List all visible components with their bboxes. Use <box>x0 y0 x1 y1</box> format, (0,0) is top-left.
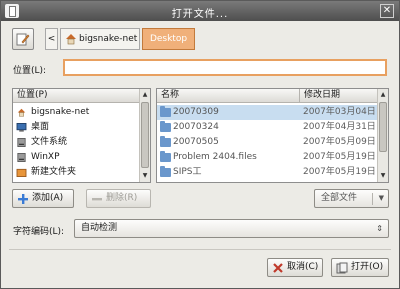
filter-value: 全部文件 <box>321 193 358 203</box>
places-item-filesystem[interactable]: 文件系统 <box>13 135 141 150</box>
updown-arrows-icon: ⇕ <box>376 224 383 233</box>
folder-icon <box>160 136 171 147</box>
file-name: 20070324 <box>173 122 219 132</box>
places-item-label: 文件系统 <box>31 137 68 147</box>
combo-separator <box>372 193 373 205</box>
file-row[interactable]: Problem 2404.files 2007年05月19日 <box>157 150 379 165</box>
places-column-header[interactable]: 位置(P) <box>13 89 141 103</box>
files-list[interactable]: 名称 修改日期 20070309 2007年03月04日 20070324 20… <box>156 88 389 183</box>
add-button-label: 添加(A) <box>32 193 64 203</box>
crumb-home-label: bigsnake-net <box>79 34 138 44</box>
crumb-desktop-label: Desktop <box>149 34 188 44</box>
places-item-label: bigsnake-net <box>31 107 90 117</box>
file-type-filter[interactable]: 全部文件 ▼ <box>314 189 389 208</box>
file-date: 2007年05月19日 <box>303 152 376 162</box>
dialog-separator <box>9 249 391 250</box>
file-name: 20070505 <box>173 137 219 147</box>
file-name: Problem 2404.files <box>173 152 257 162</box>
chevron-down-icon: ▼ <box>378 194 384 202</box>
open-button-label: 打开(O) <box>351 262 384 272</box>
folder-icon <box>160 151 171 162</box>
folder-orange-icon <box>16 168 27 177</box>
places-scroll-thumb[interactable] <box>141 102 149 168</box>
places-item-label: WinXP <box>31 152 60 162</box>
remove-bookmark-button[interactable]: 删除(R) <box>86 189 151 208</box>
scroll-down-arrow-icon[interactable]: ▼ <box>378 171 388 181</box>
location-label: 位置(L): <box>13 66 47 76</box>
encoding-value: 自动检测 <box>81 223 118 233</box>
file-date: 2007年04月31日 <box>303 122 376 132</box>
file-row[interactable]: 20070324 2007年04月31日 <box>157 120 379 135</box>
title-bar[interactable]: 打开文件... ✕ <box>1 1 399 21</box>
home-icon <box>17 108 26 117</box>
file-date: 2007年05月19日 <box>303 167 376 177</box>
name-column-header[interactable]: 名称 <box>157 89 300 103</box>
file-date: 2007年03月04日 <box>303 107 376 117</box>
add-bookmark-button[interactable]: 添加(A) <box>12 189 74 208</box>
plus-icon <box>18 194 28 204</box>
cancel-button-label: 取消(C) <box>287 262 319 272</box>
places-item-label: 桌面 <box>31 122 50 132</box>
scroll-down-arrow-icon[interactable]: ▼ <box>140 171 150 181</box>
places-scrollbar[interactable]: ▲ ▼ <box>139 89 150 182</box>
desktop-icon <box>16 123 27 132</box>
crumb-desktop-button[interactable]: Desktop <box>142 28 195 50</box>
scroll-up-arrow-icon[interactable]: ▲ <box>378 90 388 100</box>
folder-icon <box>160 106 171 117</box>
cancel-button[interactable]: 取消(C) <box>267 258 323 277</box>
remove-button-label: 删除(R) <box>106 193 138 203</box>
places-item-desktop[interactable]: 桌面 <box>13 120 141 135</box>
open-button[interactable]: 打开(O) <box>331 258 389 277</box>
scroll-up-arrow-icon[interactable]: ▲ <box>140 90 150 100</box>
file-date: 2007年05月09日 <box>303 137 376 147</box>
files-scroll-thumb[interactable] <box>379 102 387 152</box>
harddisk-icon <box>17 153 26 162</box>
folder-icon <box>160 166 171 177</box>
pencil-icon <box>16 33 30 46</box>
encoding-select[interactable]: 自动检测 ⇕ <box>74 219 389 238</box>
location-input[interactable] <box>63 59 387 76</box>
file-open-dialog: 打开文件... ✕ < bigsnake-net Desktop 位置(L): … <box>0 0 400 289</box>
file-row[interactable]: 20070505 2007年05月09日 <box>157 135 379 150</box>
cancel-icon <box>273 263 283 273</box>
file-name: SIPS工 <box>173 167 202 177</box>
date-column-header[interactable]: 修改日期 <box>300 89 379 103</box>
places-item-home[interactable]: bigsnake-net <box>13 105 141 120</box>
file-name: 20070309 <box>173 107 219 117</box>
crumb-home-button[interactable]: bigsnake-net <box>60 28 140 50</box>
type-location-toggle[interactable] <box>12 28 34 50</box>
file-row[interactable]: SIPS工 2007年05月19日 <box>157 165 379 180</box>
minus-icon <box>92 198 102 201</box>
encoding-label: 字符编码(L): <box>13 227 65 237</box>
places-list[interactable]: 位置(P) bigsnake-net 桌面 文件系统 WinXP 新建文件夹 ▲… <box>12 88 151 183</box>
files-scrollbar[interactable]: ▲ ▼ <box>377 89 388 182</box>
path-scroll-left-button[interactable]: < <box>45 28 58 50</box>
file-row[interactable]: 20070309 2007年03月04日 <box>157 105 379 120</box>
places-item-new-folder[interactable]: 新建文件夹 <box>13 165 141 180</box>
places-item-label: 新建文件夹 <box>31 167 77 177</box>
close-button[interactable]: ✕ <box>380 4 394 18</box>
open-folder-icon <box>336 262 348 274</box>
folder-icon <box>160 121 171 132</box>
window-title: 打开文件... <box>171 9 229 20</box>
places-item-winxp[interactable]: WinXP <box>13 150 141 165</box>
home-icon <box>66 34 76 45</box>
harddisk-icon <box>17 138 26 147</box>
